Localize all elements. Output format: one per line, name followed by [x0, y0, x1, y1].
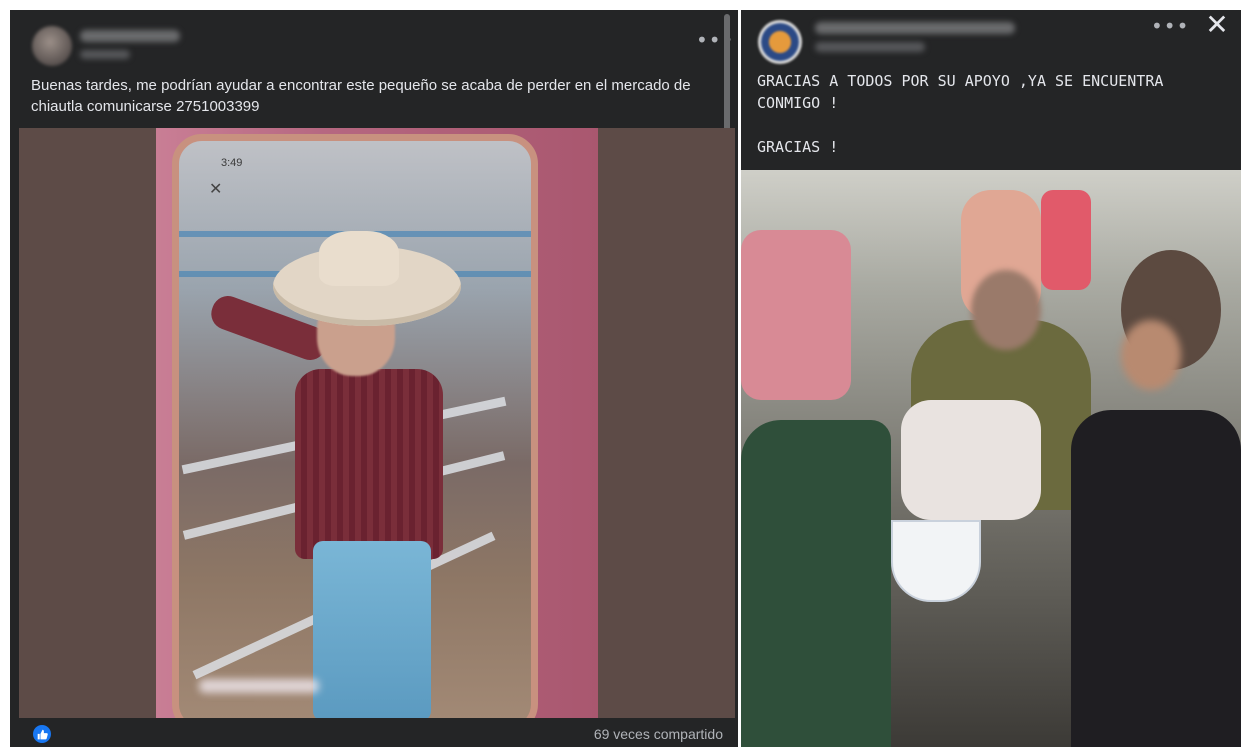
- like-thumb-icon[interactable]: [33, 725, 51, 743]
- caption-blurred: [199, 679, 319, 693]
- phone-close-icon: ✕: [209, 181, 223, 198]
- boy-right-side: [1071, 410, 1241, 747]
- post-meta-blurred: [815, 42, 925, 52]
- phone-status-time: 3:49: [221, 157, 243, 169]
- cowboy-hat-crown: [319, 231, 399, 286]
- left-post: ••• Buenas tardes, me podrían ayudar a e…: [10, 10, 738, 747]
- author-avatar[interactable]: [758, 20, 802, 64]
- phone-screenshot: 3:49 ✕: [172, 134, 538, 718]
- post-photo[interactable]: 3:49 ✕: [156, 128, 598, 718]
- author-name-blurred[interactable]: [80, 30, 180, 42]
- boy-face-blurred: [1121, 320, 1181, 390]
- post-meta-blurred: [80, 50, 130, 59]
- more-options-icon[interactable]: •••: [1151, 16, 1189, 36]
- person-green-foreground: [741, 420, 891, 747]
- post-text: GRACIAS A TODOS POR SU APOYO ,YA SE ENCU…: [757, 72, 1164, 156]
- child-hugged: [901, 400, 1041, 520]
- right-post: ••• ✕ GRACIAS A TODOS POR SU APOYO ,YA S…: [741, 10, 1241, 747]
- post-photo[interactable]: [741, 170, 1241, 747]
- post-footer: 69 veces compartido: [19, 718, 735, 747]
- cup: [891, 520, 981, 602]
- author-avatar[interactable]: [32, 26, 72, 66]
- author-name-blurred[interactable]: [815, 22, 1015, 34]
- thumbs-up-icon: [37, 729, 48, 739]
- person-pink-shirt: [741, 230, 851, 400]
- post-header: •••: [10, 10, 738, 70]
- child-jeans: [313, 541, 431, 718]
- post-text: Buenas tardes, me podrían ayudar a encon…: [31, 77, 691, 115]
- share-count[interactable]: 69 veces compartido: [594, 726, 723, 742]
- person-background: [1041, 190, 1091, 290]
- child-shirt: [295, 369, 443, 559]
- woman-face-blurred: [971, 270, 1041, 350]
- close-icon[interactable]: ✕: [1200, 10, 1234, 40]
